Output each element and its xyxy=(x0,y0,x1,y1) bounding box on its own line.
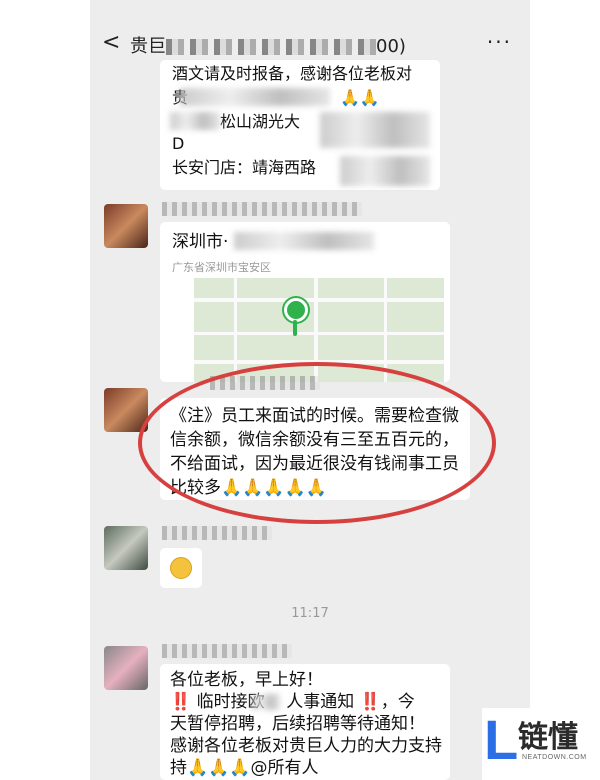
mention-all[interactable]: @所有人 xyxy=(251,758,319,778)
more-icon[interactable]: ··· xyxy=(487,30,512,54)
message-line: D xyxy=(172,134,185,153)
back-button[interactable]: < xyxy=(102,30,120,55)
avatar[interactable] xyxy=(104,204,148,248)
redaction xyxy=(320,112,430,148)
message-line: 松山湖光大 xyxy=(220,112,301,131)
redaction xyxy=(180,88,330,106)
logo-name: 链懂 xyxy=(518,720,578,755)
message-line: 长安门店：靖海西路 xyxy=(172,158,317,177)
message-line: 酒文请及时报备，感谢各位老板对 xyxy=(172,64,413,83)
watermark-logo: L 链懂 NEATDOWN.COM xyxy=(482,708,600,780)
highlight-circle-annotation xyxy=(138,362,496,524)
laughing-face-icon xyxy=(170,557,192,579)
redaction xyxy=(234,232,374,250)
location-message[interactable]: 深圳市· 广东省深圳市宝安区 xyxy=(160,222,450,382)
avatar[interactable] xyxy=(104,526,148,570)
message-bubble-announcement[interactable]: 酒文请及时报备，感谢各位老板对 贵 🙏🙏 松山湖光大 D 长安门店：靖海西路 xyxy=(160,60,440,190)
redaction xyxy=(340,156,430,186)
message-line: ‼️ 临时接欧 人事通知 ‼️，今 xyxy=(170,692,415,712)
chat-screen: < 贵巨00) ··· 酒文请及时报备，感谢各位老板对 贵 🙏🙏 松山湖光大 D… xyxy=(90,0,530,780)
logo-letter: L xyxy=(484,708,519,771)
location-address: 广东省深圳市宝安区 xyxy=(172,261,271,274)
map-pin-tail xyxy=(293,320,297,336)
message-line: 感谢各位老板对贵巨人力的大力支持 xyxy=(170,736,442,756)
redaction xyxy=(170,112,220,130)
message-line: 持🙏🙏🙏@所有人 xyxy=(170,758,319,778)
sender-name-blurred xyxy=(162,526,272,540)
message-line: 天暂停招聘，后续招聘等待通知！ xyxy=(170,714,425,734)
chat-title: 贵巨 00) xyxy=(130,36,406,57)
avatar[interactable] xyxy=(104,646,148,690)
location-title: 深圳市· xyxy=(172,232,229,252)
sender-name-blurred xyxy=(162,644,292,658)
title-blur xyxy=(166,39,376,55)
redaction xyxy=(252,694,280,710)
emoji-message[interactable] xyxy=(160,548,202,588)
map-pin-icon xyxy=(284,298,308,322)
pray-emoji: 🙏🙏🙏 xyxy=(187,758,251,778)
message-line: 各位老板，早上好！ xyxy=(170,670,323,690)
timestamp: 11:17 xyxy=(291,606,329,621)
message-bubble-notice[interactable]: 各位老板，早上好！ ‼️ 临时接欧 人事通知 ‼️，今 天暂停招聘，后续招聘等待… xyxy=(160,664,450,780)
pray-emoji: 🙏🙏 xyxy=(340,88,380,107)
sender-name-blurred xyxy=(162,202,362,216)
logo-domain: NEATDOWN.COM xyxy=(522,754,587,761)
